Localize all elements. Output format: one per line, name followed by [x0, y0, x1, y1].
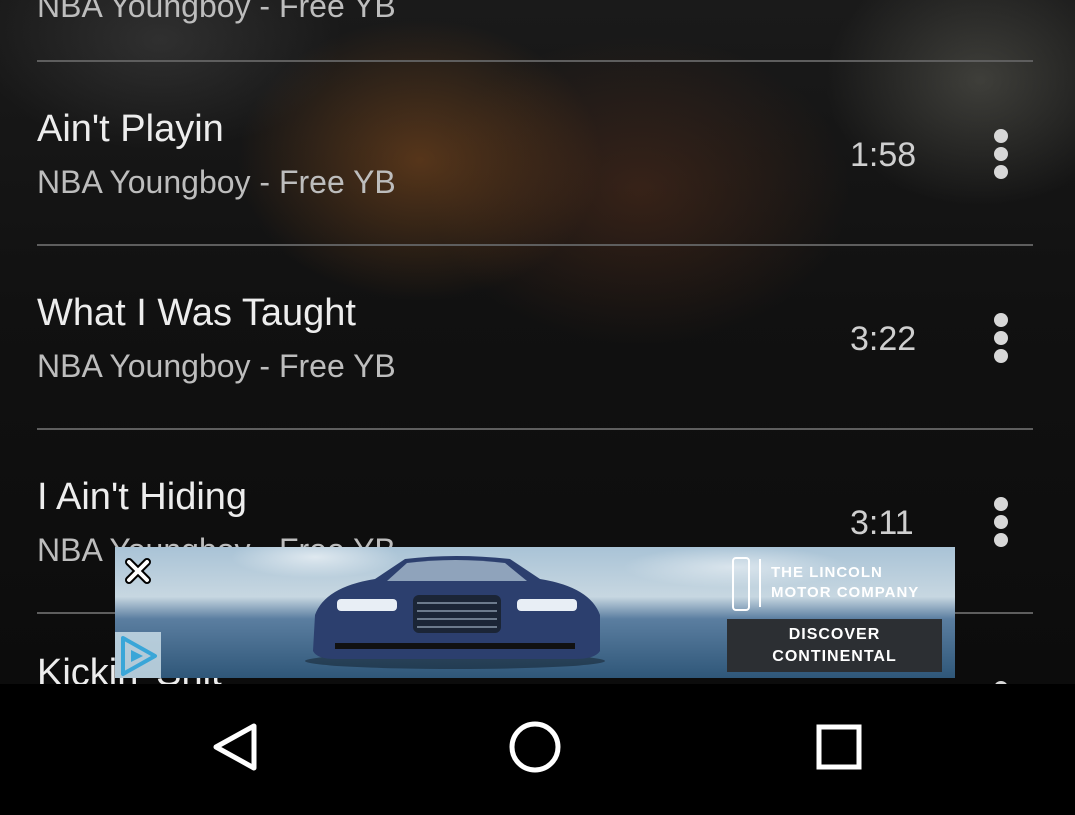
song-duration: 3:22	[850, 320, 917, 358]
navigation-bar	[0, 684, 1075, 810]
car-image	[305, 556, 605, 669]
song-duration: 3:11	[850, 504, 914, 542]
back-button[interactable]	[174, 684, 294, 810]
adchoices-play-icon	[121, 636, 157, 676]
overflow-menu-icon[interactable]	[986, 676, 1016, 684]
ad-brand-line2: MOTOR COMPANY	[771, 584, 920, 601]
ad-brand-text: THE LINCOLN MOTOR COMPANY	[771, 563, 919, 603]
song-artist: NBA Youngboy - Free YB	[37, 348, 396, 384]
lincoln-logo-icon	[732, 557, 750, 611]
list-divider	[37, 60, 1033, 62]
song-duration: 1:58	[850, 136, 917, 174]
ad-cta-button[interactable]: DISCOVER CONTINENTAL	[727, 619, 942, 672]
song-title: What I Was Taught	[37, 292, 356, 334]
home-circle-icon	[509, 721, 561, 773]
back-triangle-icon	[213, 723, 257, 771]
overflow-menu-icon[interactable]	[986, 124, 1016, 184]
home-button[interactable]	[475, 684, 595, 810]
song-title: Ain't Playin	[37, 108, 224, 150]
ad-cta-line2: CONTINENTAL	[772, 648, 897, 665]
list-divider	[37, 428, 1033, 430]
logo-divider	[759, 559, 761, 607]
close-icon[interactable]	[123, 556, 153, 586]
overflow-menu-icon[interactable]	[986, 308, 1016, 368]
overflow-menu-icon[interactable]	[986, 492, 1016, 552]
ad-banner[interactable]: THE LINCOLN MOTOR COMPANY DISCOVER CONTI…	[115, 547, 955, 678]
recents-square-icon	[816, 724, 862, 770]
ad-brand-line1: THE LINCOLN	[771, 564, 883, 581]
adchoices-badge[interactable]	[115, 632, 161, 678]
song-artist: NBA Youngboy - Free YB	[37, 0, 396, 24]
recents-button[interactable]	[778, 684, 898, 810]
list-divider	[37, 244, 1033, 246]
song-artist: NBA Youngboy - Free YB	[37, 164, 396, 200]
song-list-screen: NBA Youngboy - Free YB Ain't Playin NBA …	[0, 0, 1075, 684]
ad-cta-line1: DISCOVER	[788, 626, 881, 643]
song-title: I Ain't Hiding	[37, 476, 248, 518]
